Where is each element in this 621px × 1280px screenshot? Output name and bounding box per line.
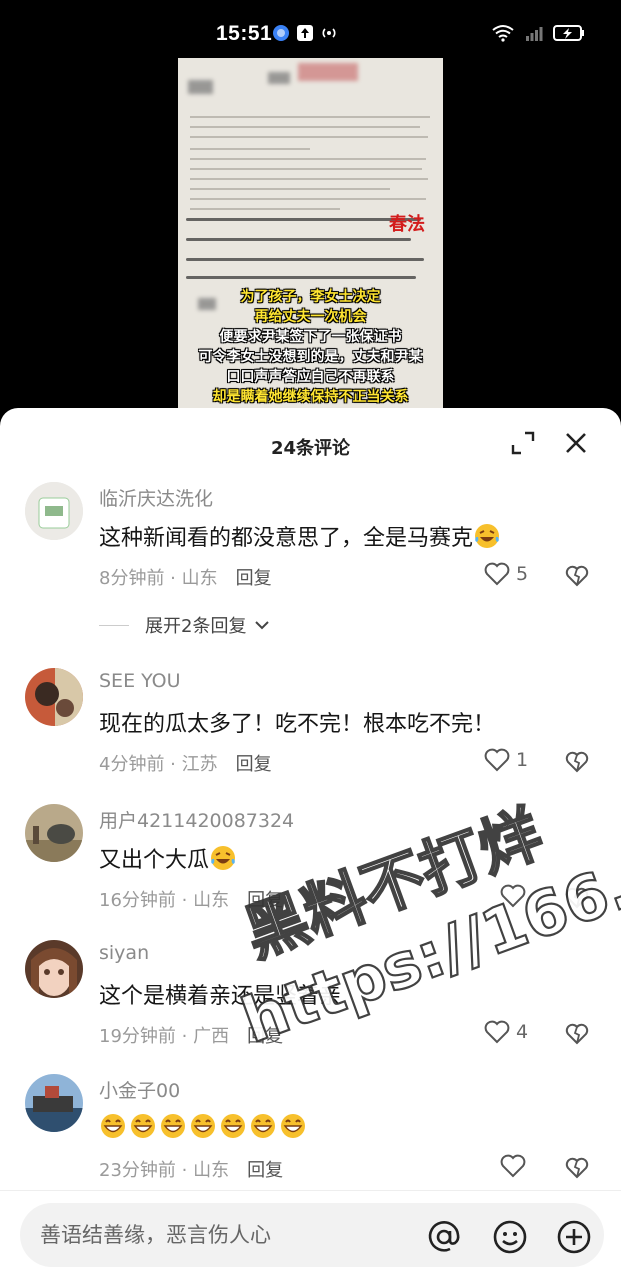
reply-button[interactable]: 回复	[247, 890, 283, 911]
reply-button[interactable]: 回复	[247, 1160, 283, 1181]
video-caption: 为了孩子，李女士决定	[240, 289, 381, 305]
heart-icon	[484, 1020, 510, 1044]
status-bar: 15:51	[0, 0, 621, 58]
video-player[interactable]: 春法 为了孩子，李女士决定 再给丈夫一次机会 便要求尹某签下了一张保证书 可令李…	[0, 58, 621, 418]
comment-text: 现在的瓜太多了！吃不完！根本吃不完！	[99, 712, 496, 737]
close-icon[interactable]	[563, 430, 589, 456]
avatar[interactable]	[25, 668, 83, 726]
grin-emoji-icon	[251, 1114, 275, 1138]
laugh-cry-emoji-icon	[475, 524, 500, 548]
grin-emoji-icon	[131, 1114, 155, 1138]
avatar[interactable]	[25, 940, 83, 998]
like-button[interactable]	[500, 884, 532, 908]
add-icon[interactable]	[556, 1219, 592, 1255]
wifi-icon	[492, 25, 514, 42]
like-button[interactable]: 4	[484, 1020, 528, 1044]
comment-username[interactable]: SEE YOU	[99, 670, 181, 692]
video-frame: 春法 为了孩子，李女士决定 再给丈夫一次机会 便要求尹某签下了一张保证书 可令李…	[178, 58, 443, 418]
broken-heart-icon[interactable]	[565, 564, 589, 588]
grin-emoji-icon	[281, 1114, 305, 1138]
like-button[interactable]	[500, 1154, 532, 1178]
video-caption: 可令李女士没想到的是，丈夫和尹某	[198, 349, 423, 365]
like-button[interactable]: 5	[484, 562, 528, 586]
grin-emoji-icon	[101, 1114, 125, 1138]
broken-heart-icon[interactable]	[565, 1156, 589, 1180]
heart-icon	[484, 748, 510, 772]
signal-icon	[526, 27, 543, 41]
grin-emoji-icon	[221, 1114, 245, 1138]
reply-button[interactable]: 回复	[236, 568, 272, 589]
video-caption: 便要求尹某签下了一张保证书	[219, 329, 402, 345]
comment-input-box[interactable]	[20, 1203, 604, 1267]
heart-icon	[484, 562, 510, 586]
avatar[interactable]	[25, 1074, 83, 1132]
comment-username[interactable]: 临沂庆达洗化	[99, 484, 213, 511]
emoji-icon[interactable]	[492, 1219, 528, 1255]
video-stamp: 春法	[389, 214, 425, 234]
avatar[interactable]	[25, 482, 83, 540]
video-caption: 口口声声答应自己不再联系	[226, 369, 395, 385]
video-caption: 却是瞒着她继续保持不正当关系	[212, 389, 409, 405]
laugh-cry-emoji-icon	[211, 846, 236, 870]
comment-text	[99, 1112, 309, 1141]
comment-meta: 19分钟前 · 广西 回复	[99, 1026, 284, 1047]
upload-icon	[297, 25, 313, 41]
like-count: 5	[516, 563, 529, 585]
battery-charging-icon	[553, 25, 584, 41]
comment-input[interactable]	[40, 1223, 400, 1247]
heart-icon	[500, 884, 526, 908]
grin-emoji-icon	[161, 1114, 185, 1138]
status-time: 15:51	[216, 22, 273, 45]
comment-meta: 8分钟前 · 山东 回复	[99, 568, 272, 589]
mention-icon[interactable]	[426, 1219, 462, 1255]
broken-heart-icon[interactable]	[565, 1022, 589, 1046]
status-notification-icons	[272, 24, 338, 42]
comment-meta: 16分钟前 · 山东 回复	[99, 890, 284, 911]
video-caption: 再给丈夫一次机会	[254, 309, 367, 325]
broken-heart-icon[interactable]	[565, 886, 589, 910]
like-button[interactable]: 1	[484, 748, 528, 772]
reply-button[interactable]: 回复	[236, 754, 272, 775]
browser-icon	[273, 25, 289, 41]
comment-username[interactable]: 用户4211420087324	[99, 806, 294, 833]
comment-text: 又出个大瓜	[99, 842, 237, 874]
broken-heart-icon[interactable]	[565, 750, 589, 774]
grin-emoji-icon	[191, 1114, 215, 1138]
heart-icon	[500, 1154, 526, 1178]
comment-text: 这个是横着亲还是竖着亲	[99, 984, 342, 1009]
like-count: 4	[516, 1021, 529, 1043]
comment-username[interactable]: 小金子00	[99, 1076, 180, 1103]
hotspot-icon	[322, 28, 336, 38]
reply-button[interactable]: 回复	[247, 1026, 283, 1047]
comment-meta: 23分钟前 · 山东 回复	[99, 1160, 284, 1181]
status-system-icons	[491, 24, 585, 42]
avatar[interactable]	[25, 804, 83, 862]
comment-input-bar	[0, 1190, 621, 1280]
comment-text: 这种新闻看的都没意思了，全是马赛克	[99, 520, 501, 552]
comments-sheet: 24条评论 临沂庆达洗化 这种新闻看的都没意思了，全是马赛克 8分钟前 · 山东…	[0, 408, 621, 1280]
comment-username[interactable]: siyan	[99, 942, 149, 964]
comment-meta: 4分钟前 · 江苏 回复	[99, 754, 272, 775]
fullscreen-icon[interactable]	[510, 430, 536, 456]
expand-replies-button[interactable]: 展开2条回复	[99, 612, 270, 638]
like-count: 1	[516, 749, 529, 771]
chevron-down-icon	[255, 621, 270, 630]
